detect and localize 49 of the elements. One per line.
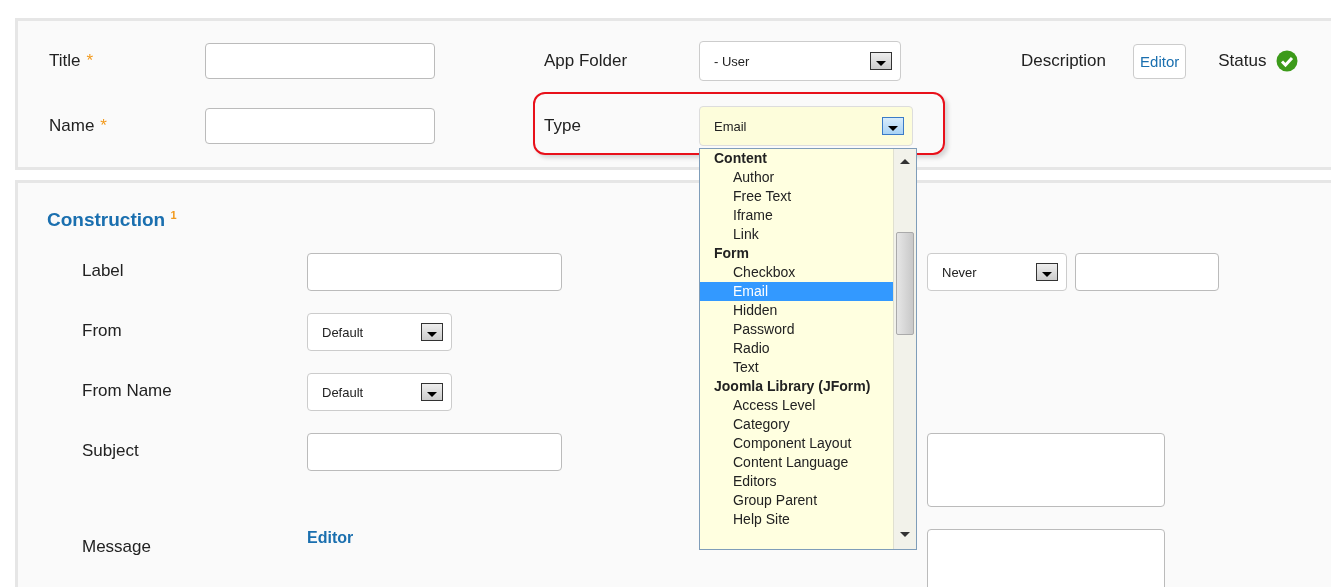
status-label: Status — [1218, 51, 1267, 71]
text-input[interactable] — [307, 253, 562, 292]
field-label: Title — [49, 51, 81, 70]
dropdown-option[interactable]: Access Level — [700, 396, 893, 415]
dropdown-option[interactable]: Hidden — [700, 301, 893, 320]
field-label: Label — [82, 260, 125, 282]
text-input[interactable] — [205, 43, 435, 79]
field-label: From — [82, 320, 123, 342]
dropdown-option[interactable]: Group Parent — [700, 491, 893, 510]
dropdown-option[interactable]: Free Text — [700, 187, 893, 206]
option-group-label: Joomla Library (JForm) — [713, 377, 872, 396]
field-label: App Folder — [544, 51, 628, 70]
dropdown-option[interactable]: Help Site — [700, 510, 893, 529]
editor-button[interactable]: Editor — [1133, 43, 1187, 79]
text-input[interactable] — [205, 108, 435, 144]
text-input[interactable] — [307, 433, 562, 472]
dropdown-option[interactable]: Password — [700, 320, 893, 339]
required-asterisk: * — [100, 116, 107, 135]
dropdown-option[interactable]: Radio — [700, 339, 893, 358]
required-asterisk: * — [86, 51, 94, 70]
check-icon[interactable] — [1276, 50, 1299, 72]
text-area[interactable] — [927, 433, 1165, 508]
select-dropdown[interactable]: Never — [927, 253, 1067, 292]
field-label: Type — [544, 116, 581, 135]
field-label: Name — [49, 116, 95, 135]
text-input[interactable] — [1075, 253, 1219, 292]
dropdown-option[interactable]: Author — [700, 168, 893, 187]
dropdown-option[interactable]: Category — [700, 415, 893, 434]
select-dropdown[interactable]: Default — [307, 373, 452, 412]
option-group-label: Content — [713, 149, 768, 168]
select-dropdown[interactable]: - User — [699, 41, 901, 81]
text-area[interactable] — [927, 529, 1165, 587]
editor-link[interactable]: Editor — [307, 520, 354, 547]
select-dropdown[interactable]: Email — [699, 106, 913, 146]
dropdown-option[interactable]: Checkbox — [700, 263, 893, 282]
scrollbar[interactable] — [893, 149, 916, 549]
dropdown-option[interactable]: Text — [700, 358, 893, 377]
field-label: Message — [82, 536, 152, 558]
dropdown-option[interactable]: Content Language — [700, 453, 893, 472]
dropdown-option[interactable]: Editors — [700, 472, 893, 491]
section-title: Construction $^{1}$ — [47, 209, 177, 232]
option-group-label: Form — [713, 244, 750, 263]
field-label: From Name — [82, 380, 173, 402]
dropdown-option[interactable]: Iframe — [700, 206, 893, 225]
select-dropdown[interactable]: Default — [307, 313, 452, 352]
field-label: Subject — [82, 440, 140, 462]
description-label: Description — [1021, 51, 1107, 71]
dropdown-option[interactable]: Link — [700, 225, 893, 244]
dropdown-option[interactable]: Component Layout — [700, 434, 893, 453]
